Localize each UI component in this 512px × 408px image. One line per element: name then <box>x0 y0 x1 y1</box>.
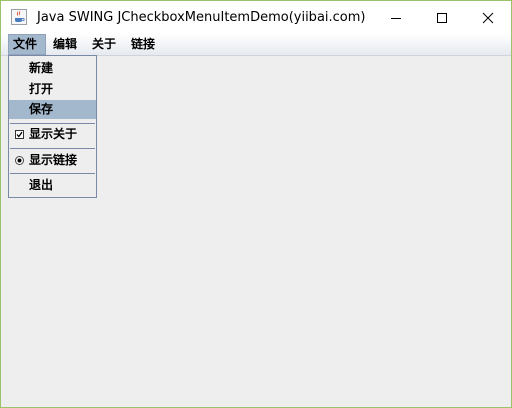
close-button[interactable] <box>465 1 511 34</box>
java-cup-icon <box>11 9 27 25</box>
menu-item-show-links-label: 显示链接 <box>29 153 78 167</box>
maximize-button[interactable] <box>419 1 465 34</box>
menu-item-open[interactable]: 打开 <box>9 80 96 99</box>
menu-item-save[interactable]: 保存 <box>9 100 96 119</box>
menu-item-show-about-label: 显示关于 <box>29 127 78 141</box>
minimize-icon <box>391 18 401 19</box>
radio-selected-icon <box>15 156 24 165</box>
app-window: Java SWING JCheckboxMenuItemDemo(yiibai.… <box>0 0 512 408</box>
menu-item-save-label: 保存 <box>29 102 54 116</box>
menu-separator <box>10 123 95 124</box>
maximize-icon <box>437 13 447 23</box>
menu-item-new-label: 新建 <box>29 61 54 75</box>
menu-links[interactable]: 链接 <box>127 34 159 55</box>
menu-separator <box>10 173 95 174</box>
menu-file[interactable]: 文件 <box>8 34 46 55</box>
file-menu-popup: 新建 打开 保存 显示关于 显示链接 退出 <box>8 55 97 198</box>
menu-about[interactable]: 关于 <box>88 34 120 55</box>
close-icon <box>482 12 494 24</box>
menu-item-show-about[interactable]: 显示关于 <box>9 125 96 144</box>
menu-item-exit-label: 退出 <box>29 178 54 192</box>
title-bar[interactable]: Java SWING JCheckboxMenuItemDemo(yiibai.… <box>1 1 511 34</box>
menu-edit[interactable]: 编辑 <box>49 34 81 55</box>
menu-separator <box>10 148 95 149</box>
menu-bar: 文件 编辑 关于 链接 <box>1 34 511 56</box>
window-title: Java SWING JCheckboxMenuItemDemo(yiibai.… <box>37 10 366 25</box>
checkbox-checked-icon <box>15 130 24 139</box>
menu-item-exit[interactable]: 退出 <box>9 176 96 195</box>
menu-item-show-links[interactable]: 显示链接 <box>9 151 96 170</box>
menu-item-open-label: 打开 <box>29 82 54 96</box>
minimize-button[interactable] <box>373 1 419 34</box>
menu-item-new[interactable]: 新建 <box>9 59 96 78</box>
